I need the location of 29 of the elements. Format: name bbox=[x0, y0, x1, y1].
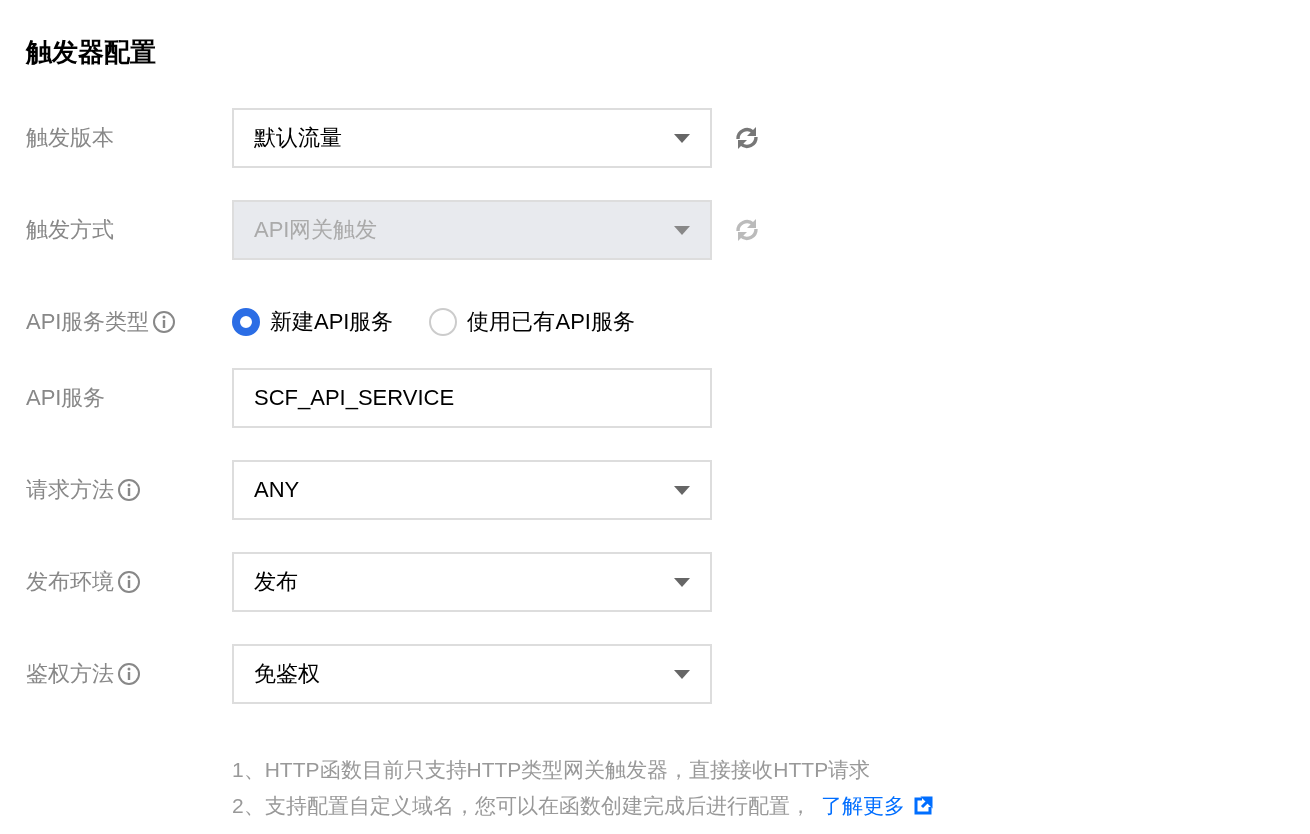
field-label: 请求方法 bbox=[26, 476, 114, 504]
caret-icon bbox=[674, 669, 690, 679]
field-label: 触发方式 bbox=[26, 216, 114, 244]
caret-icon bbox=[674, 225, 690, 235]
caret-icon bbox=[674, 133, 690, 143]
field-label: 鉴权方法 bbox=[26, 660, 114, 688]
dropdown[interactable]: 默认流量 bbox=[232, 108, 712, 168]
radio-option[interactable]: 使用已有API服务 bbox=[429, 307, 635, 337]
input-field[interactable]: SCF_API_SERVICE bbox=[232, 368, 712, 428]
radio-option[interactable]: 新建API服务 bbox=[232, 307, 394, 337]
learn-more-link[interactable]: 了解更多 bbox=[820, 792, 933, 820]
info-icon[interactable] bbox=[152, 310, 177, 334]
field-label: API服务类型 bbox=[26, 308, 150, 336]
section-title: 触发器配置 bbox=[26, 36, 157, 69]
dropdown[interactable]: ANY bbox=[232, 460, 712, 520]
note-text: 1、HTTP函数目前只支持HTTP类型网关触发器，直接接收HTTP请求 bbox=[232, 757, 871, 783]
external-link-icon bbox=[912, 796, 933, 816]
caret-icon bbox=[674, 577, 690, 587]
radio-icon[interactable] bbox=[232, 308, 260, 336]
info-icon[interactable] bbox=[117, 478, 141, 502]
caret-icon bbox=[674, 485, 690, 495]
dropdown[interactable]: 发布 bbox=[232, 552, 712, 612]
info-icon[interactable] bbox=[117, 662, 141, 686]
field-label: API服务 bbox=[26, 384, 106, 412]
note-text: 2、支持配置自定义域名，您可以在函数创建完成后进行配置， bbox=[232, 793, 811, 819]
field-label: 发布环境 bbox=[26, 568, 114, 596]
field-label: 触发版本 bbox=[26, 124, 114, 152]
dropdown[interactable]: 免鉴权 bbox=[232, 644, 712, 704]
info-icon[interactable] bbox=[117, 570, 141, 594]
